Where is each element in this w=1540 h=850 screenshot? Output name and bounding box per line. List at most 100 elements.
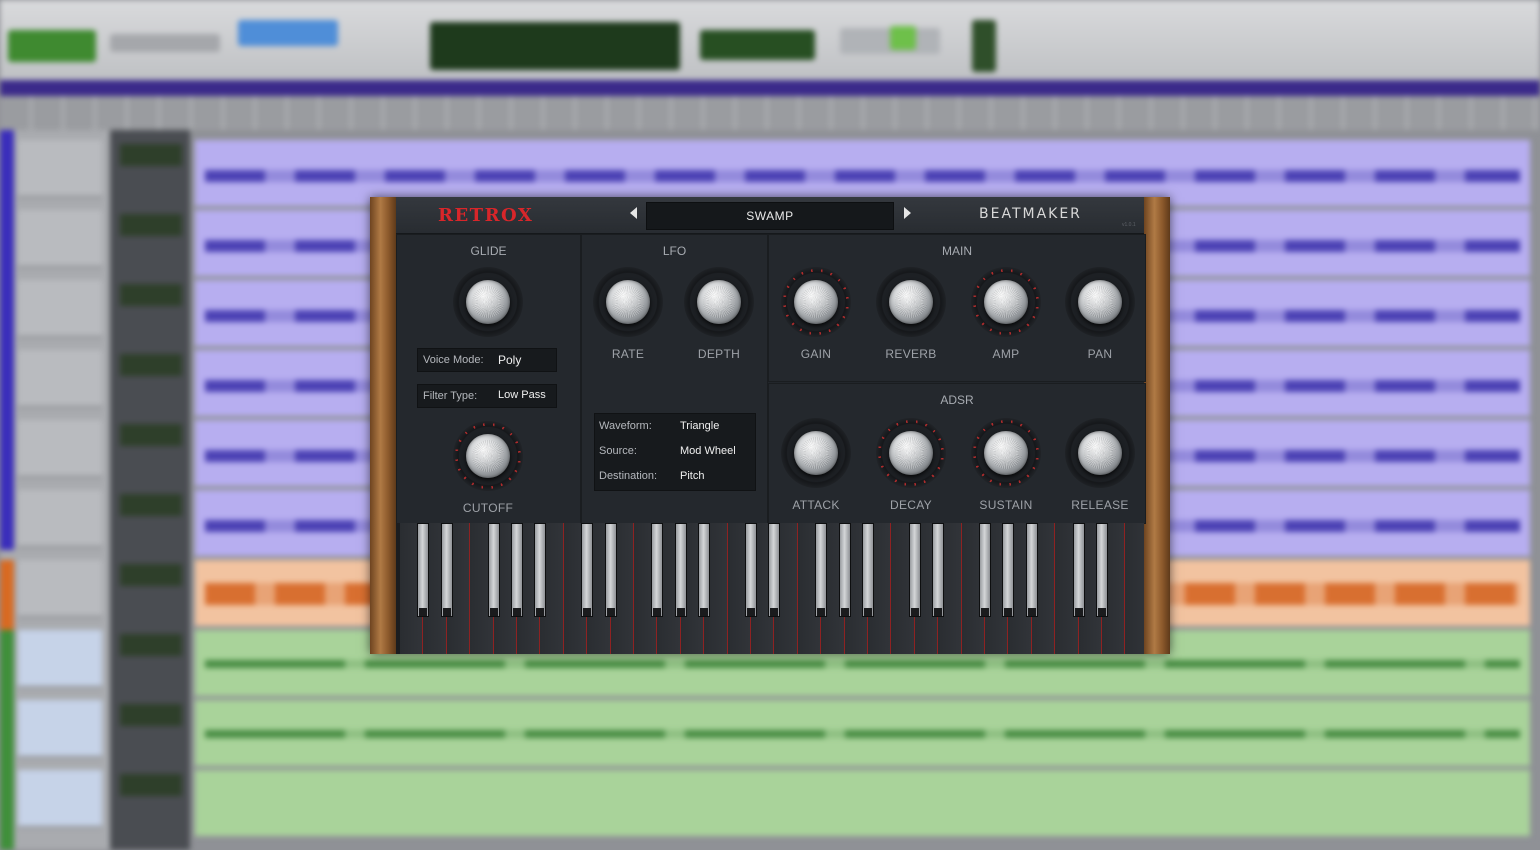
white-key[interactable] xyxy=(1125,523,1144,654)
release-knob-group: RELEASE xyxy=(1060,418,1140,512)
gain-knob-group: GAIN xyxy=(776,267,856,361)
synth-plugin-window: RETROX SWAMP BEATMAKER v1.0.1 GLIDE Voic… xyxy=(370,197,1170,654)
destination-row[interactable]: Destination: Pitch xyxy=(599,470,753,488)
voice-mode-value[interactable]: Poly xyxy=(498,353,521,367)
black-key[interactable] xyxy=(908,523,921,617)
release-knob-cap xyxy=(1078,431,1122,475)
black-key[interactable] xyxy=(511,523,523,617)
previous-preset-arrow-icon[interactable] xyxy=(630,207,637,219)
wood-side-panel-left xyxy=(370,197,396,654)
cutoff-label: CUTOFF xyxy=(462,501,514,515)
track-color-strip-green xyxy=(0,630,14,850)
track-header[interactable] xyxy=(18,280,102,338)
black-key[interactable] xyxy=(487,523,500,617)
source-row[interactable]: Source: Mod Wheel xyxy=(599,445,753,463)
adsr-panel: ADSR ATTACK DECAY SUSTAIN RELEASE xyxy=(768,383,1146,524)
glide-knob[interactable] xyxy=(453,267,523,337)
attack-knob[interactable] xyxy=(781,418,851,488)
depth-knob[interactable] xyxy=(684,267,754,337)
track-color-strip-orange xyxy=(0,560,14,630)
rate-knob-cap xyxy=(606,280,650,324)
release-knob[interactable] xyxy=(1065,418,1135,488)
main-title: MAIN xyxy=(942,244,972,258)
next-preset-arrow-icon[interactable] xyxy=(904,207,911,219)
cutoff-knob[interactable] xyxy=(453,421,523,491)
track-header[interactable] xyxy=(18,140,102,198)
daw-mode-buttons[interactable] xyxy=(110,34,220,52)
black-key[interactable] xyxy=(440,523,453,617)
black-key[interactable] xyxy=(1072,523,1085,617)
track-meter xyxy=(120,704,182,726)
daw-status-display xyxy=(8,30,96,62)
black-key[interactable] xyxy=(1096,523,1108,617)
daw-timeline-ruler[interactable] xyxy=(0,96,1540,130)
black-key[interactable] xyxy=(1002,523,1015,617)
retrox-logo: RETROX xyxy=(438,205,534,226)
filter-type-label: Filter Type: xyxy=(423,390,478,402)
preset-name-display[interactable]: SWAMP xyxy=(646,202,894,230)
track-header[interactable] xyxy=(18,560,102,618)
track-meter xyxy=(120,284,182,306)
lfo-settings-box: Waveform: Triangle Source: Mod Wheel Des… xyxy=(594,413,756,491)
black-key[interactable] xyxy=(979,523,991,617)
black-key[interactable] xyxy=(838,523,851,617)
piano-keyboard[interactable] xyxy=(396,523,1144,654)
sustain-knob[interactable] xyxy=(971,418,1041,488)
audio-track[interactable] xyxy=(195,700,1530,766)
black-key[interactable] xyxy=(745,523,757,617)
decay-knob[interactable] xyxy=(876,418,946,488)
beatmaker-logo: BEATMAKER xyxy=(979,206,1082,222)
black-key[interactable] xyxy=(862,523,874,617)
daw-track-list xyxy=(0,130,110,850)
black-key[interactable] xyxy=(698,523,711,617)
track-header[interactable] xyxy=(18,350,102,408)
track-header[interactable] xyxy=(18,420,102,478)
destination-value[interactable]: Pitch xyxy=(680,470,704,482)
waveform xyxy=(205,169,1520,182)
gain-knob[interactable] xyxy=(781,267,851,337)
black-key[interactable] xyxy=(417,523,430,617)
pan-knob[interactable] xyxy=(1065,267,1135,337)
daw-toolbar xyxy=(0,0,1540,80)
sustain-knob-cap xyxy=(984,431,1028,475)
source-value[interactable]: Mod Wheel xyxy=(680,445,736,457)
track-header[interactable] xyxy=(18,630,102,688)
track-meter xyxy=(120,214,182,236)
daw-timeline-bar[interactable] xyxy=(0,80,1540,96)
waveform-value[interactable]: Triangle xyxy=(680,420,719,432)
voice-mode-label: Voice Mode: xyxy=(423,354,484,366)
black-key[interactable] xyxy=(604,523,617,617)
black-key[interactable] xyxy=(815,523,828,617)
black-key[interactable] xyxy=(534,523,547,617)
depth-knob-group: DEPTH xyxy=(679,267,759,361)
track-header[interactable] xyxy=(18,770,102,828)
black-key[interactable] xyxy=(674,523,687,617)
track-header[interactable] xyxy=(18,490,102,548)
daw-edit-tools[interactable] xyxy=(238,20,338,46)
reverb-knob-group: REVERB xyxy=(871,267,951,361)
daw-counter-display xyxy=(430,22,680,70)
filter-type-field[interactable]: Filter Type: Low Pass xyxy=(417,384,557,408)
black-key[interactable] xyxy=(581,523,594,617)
filter-type-value[interactable]: Low Pass xyxy=(498,389,546,401)
plugin-header: RETROX SWAMP BEATMAKER v1.0.1 xyxy=(396,197,1144,234)
daw-record-led xyxy=(890,26,916,50)
waveform-row[interactable]: Waveform: Triangle xyxy=(599,420,753,438)
track-header[interactable] xyxy=(18,700,102,758)
black-key[interactable] xyxy=(932,523,945,617)
daw-master-meter xyxy=(972,20,996,72)
cutoff-knob-cap xyxy=(466,434,510,478)
voice-mode-field[interactable]: Voice Mode: Poly xyxy=(417,348,557,372)
decay-knob-group: DECAY xyxy=(871,418,951,512)
cutoff-knob-group: CUTOFF xyxy=(448,421,528,515)
depth-knob-cap xyxy=(697,280,741,324)
black-key[interactable] xyxy=(768,523,781,617)
track-header[interactable] xyxy=(18,210,102,268)
amp-knob[interactable] xyxy=(971,267,1041,337)
rate-knob[interactable] xyxy=(593,267,663,337)
black-key[interactable] xyxy=(1025,523,1038,617)
audio-track[interactable] xyxy=(195,770,1530,836)
black-key[interactable] xyxy=(651,523,664,617)
track-meter xyxy=(120,774,182,796)
reverb-knob[interactable] xyxy=(876,267,946,337)
